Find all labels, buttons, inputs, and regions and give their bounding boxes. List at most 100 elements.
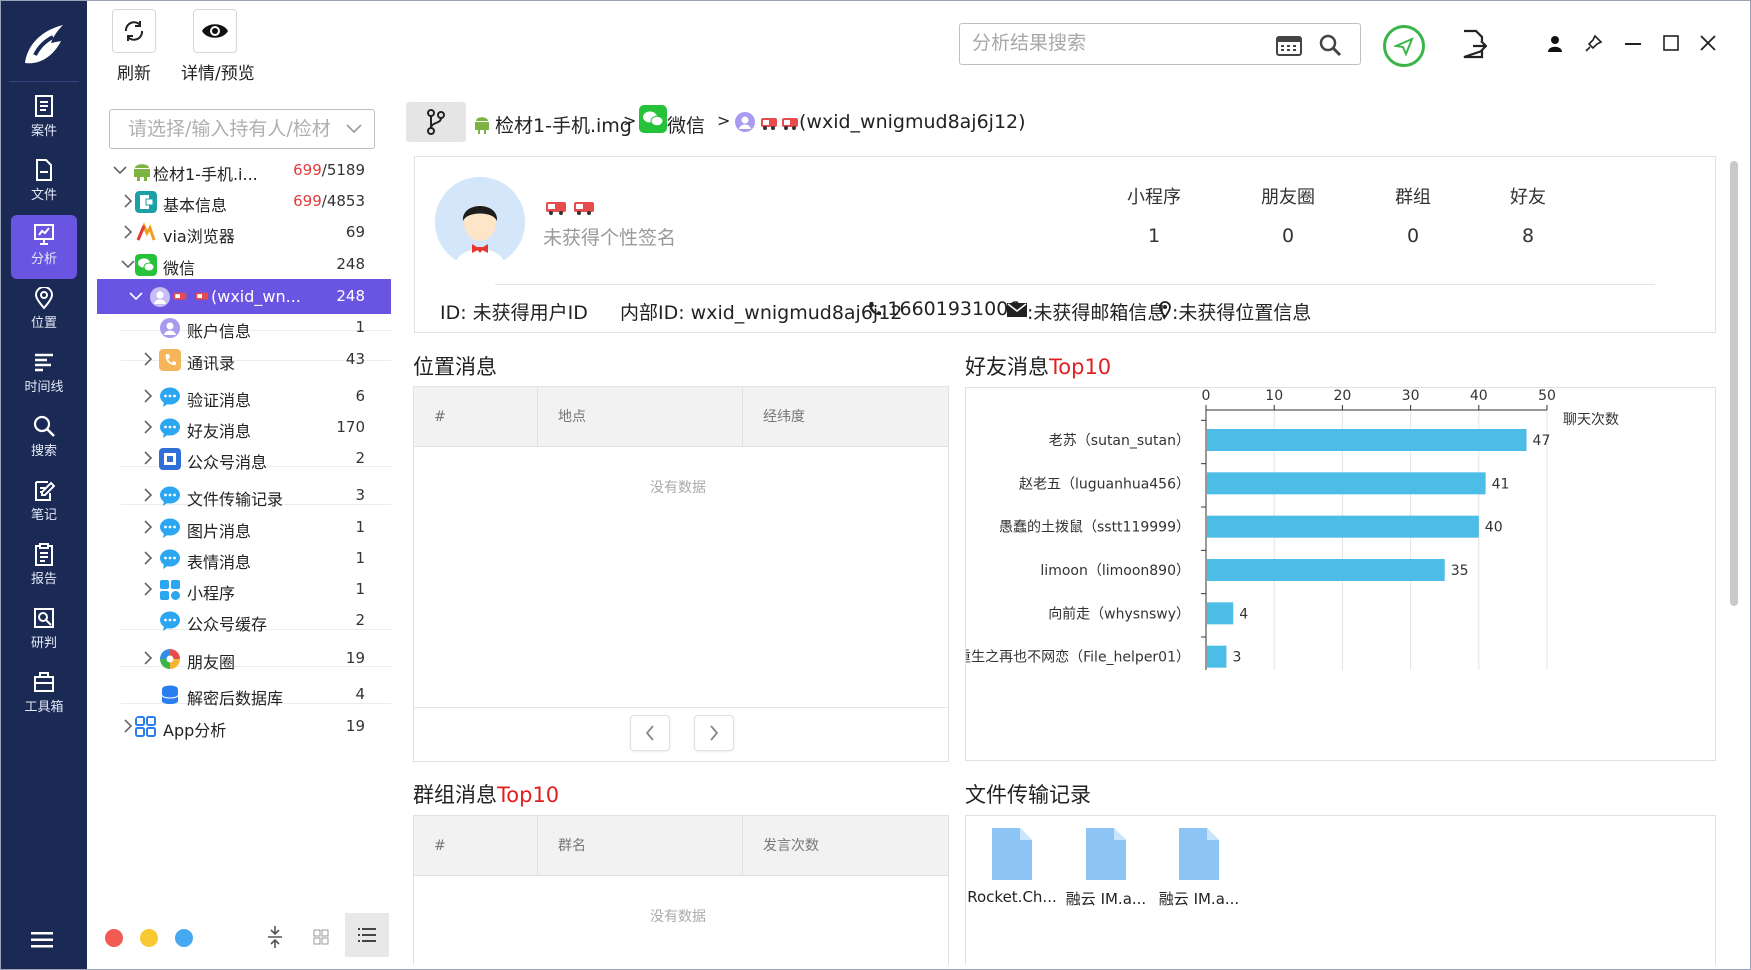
red-dot-icon[interactable] — [105, 929, 123, 947]
friend-messages-chart: 0 10 20 30 40 50 聊天次数老苏（sutan_sutan） 47 赵老五（lugu… — [966, 388, 1619, 670]
stat-mini-programs[interactable]: 小程序 1 — [1099, 183, 1209, 247]
chevron-right-icon[interactable] — [141, 582, 155, 596]
search-icon[interactable] — [1318, 33, 1342, 57]
tree-item[interactable]: via浏览器 69 — [97, 215, 391, 250]
nav-item-location[interactable]: 位置 — [11, 279, 77, 343]
prev-page-button[interactable] — [630, 715, 670, 751]
refresh-button[interactable]: 刷新 — [112, 9, 156, 84]
column-header[interactable]: # — [414, 387, 538, 447]
group-table: # 群名 发言次数 没有数据 — [413, 815, 949, 965]
chevron-down-icon[interactable] — [121, 257, 135, 271]
nav-item-file[interactable]: 文件 — [11, 151, 77, 215]
ambulance-icon — [574, 202, 594, 215]
nav-item-timeline[interactable]: 时间线 — [11, 343, 77, 407]
tree-item[interactable]: 验证消息 6 — [97, 379, 391, 414]
search-input[interactable] — [972, 32, 1272, 54]
table-divider — [414, 707, 948, 708]
chevron-right-icon[interactable] — [121, 225, 135, 239]
status-indicator[interactable] — [1383, 25, 1425, 67]
tree-item-count: 3 — [355, 486, 365, 504]
branch-button[interactable] — [406, 102, 466, 142]
column-header[interactable]: 群名 — [538, 816, 743, 876]
empty-text: 没有数据 — [650, 480, 706, 496]
nav-item-report[interactable]: 报告 — [11, 535, 77, 599]
collapse-icon[interactable] — [267, 925, 283, 949]
chevron-right-icon[interactable] — [141, 352, 155, 366]
blue-dot-icon[interactable] — [175, 929, 193, 947]
preview-button[interactable]: 详情/预览 — [181, 9, 255, 84]
vertical-scrollbar[interactable] — [1730, 161, 1738, 606]
stat-groups[interactable]: 群组 0 — [1358, 183, 1468, 247]
calendar-icon[interactable] — [1276, 34, 1302, 56]
tree-item-count: 43 — [345, 350, 365, 368]
tree-item[interactable]: 公众号消息 2 — [97, 441, 391, 476]
tree-item[interactable]: 通讯录 43 — [97, 342, 391, 377]
profile-divider — [495, 284, 1655, 285]
file-item[interactable]: 融云 IM.a... — [1060, 828, 1152, 909]
chevron-right-icon[interactable] — [121, 194, 135, 208]
chevron-right-icon[interactable] — [141, 551, 155, 565]
app-analysis-icon — [135, 716, 156, 737]
grid-view-icon[interactable] — [313, 929, 329, 945]
chevron-right-icon[interactable] — [141, 389, 155, 403]
chevron-right-icon[interactable] — [121, 719, 135, 733]
refresh-label: 刷新 — [117, 64, 151, 84]
moments-icon — [160, 649, 180, 669]
column-header[interactable]: 地点 — [538, 387, 743, 447]
file-item[interactable]: Rocket.Ch... — [966, 828, 1058, 906]
tree-item[interactable]: 账户信息 1 — [97, 310, 391, 345]
tree-item[interactable]: 好友消息 170 — [97, 410, 391, 445]
section-title: 文件传输记录 — [965, 783, 1091, 807]
breadcrumb-item-account[interactable]: (wxid_wnigmud8aj6j12) — [799, 111, 1026, 133]
column-header[interactable]: 发言次数 — [743, 816, 948, 876]
file-item[interactable]: 融云 IM.a... — [1153, 828, 1245, 909]
holder-select[interactable] — [109, 109, 375, 149]
pin-icon[interactable] — [1585, 34, 1603, 52]
tree-item[interactable]: (wxid_wn... 248 — [97, 279, 391, 314]
next-page-button[interactable] — [694, 715, 734, 751]
chevron-right-icon[interactable] — [141, 488, 155, 502]
menu-icon[interactable] — [31, 931, 53, 949]
tree-item[interactable]: 基本信息 699/4853 — [97, 184, 391, 219]
minimize-icon[interactable] — [1625, 42, 1641, 46]
user-icon[interactable] — [1547, 35, 1563, 53]
breadcrumb-item-wechat[interactable]: 微信 — [667, 111, 705, 138]
tree-item[interactable]: App分析 19 — [97, 709, 391, 744]
tree-item[interactable]: 朋友圈 19 — [97, 641, 391, 676]
nav-item-analysis[interactable]: 分析 — [11, 215, 77, 279]
stat-friends[interactable]: 好友 8 — [1473, 183, 1583, 247]
tree-item[interactable]: 小程序 1 — [97, 572, 391, 607]
breadcrumb-item-image[interactable]: 检材1-手机.img — [495, 111, 632, 138]
tree-item[interactable]: 微信 248 — [97, 247, 391, 282]
tree-item[interactable]: 解密后数据库 4 — [97, 677, 391, 712]
export-icon[interactable] — [1461, 29, 1487, 59]
maximize-icon[interactable] — [1663, 35, 1679, 51]
nav-item-note[interactable]: 笔记 — [11, 471, 77, 535]
account-avatar-icon — [735, 112, 755, 132]
send-icon — [1394, 37, 1414, 56]
tree-item[interactable]: 表情消息 1 — [97, 541, 391, 576]
tree-item[interactable]: 公众号缓存 2 — [97, 603, 391, 638]
column-header[interactable]: # — [414, 816, 538, 876]
nav-item-case[interactable]: 案件 — [11, 87, 77, 151]
column-header[interactable]: 经纬度 — [743, 387, 948, 447]
stat-moments[interactable]: 朋友圈 0 — [1233, 183, 1343, 247]
chevron-right-icon[interactable] — [141, 420, 155, 434]
nav-item-search[interactable]: 搜索 — [11, 407, 77, 471]
chevron-right-icon[interactable] — [141, 520, 155, 534]
close-icon[interactable] — [1700, 35, 1716, 51]
nav-item-judge[interactable]: 研判 — [11, 599, 77, 663]
tree-item[interactable]: 文件传输记录 3 — [97, 478, 391, 513]
yellow-dot-icon[interactable] — [140, 929, 158, 947]
tree-item[interactable]: 检材1-手机.i... 699/5189 — [97, 153, 391, 188]
chevron-down-icon[interactable] — [129, 289, 143, 303]
stat-value: 0 — [1406, 225, 1420, 247]
tree-item[interactable]: 图片消息 1 — [97, 510, 391, 545]
chevron-down-icon[interactable] — [113, 163, 127, 177]
chevron-right-icon[interactable] — [141, 651, 155, 665]
nav-item-toolbox[interactable]: 工具箱 — [11, 663, 77, 727]
holder-input[interactable] — [128, 118, 338, 140]
x-tick-label: 10 — [1265, 388, 1283, 404]
chevron-right-icon[interactable] — [141, 451, 155, 465]
list-view-button[interactable] — [345, 913, 389, 957]
